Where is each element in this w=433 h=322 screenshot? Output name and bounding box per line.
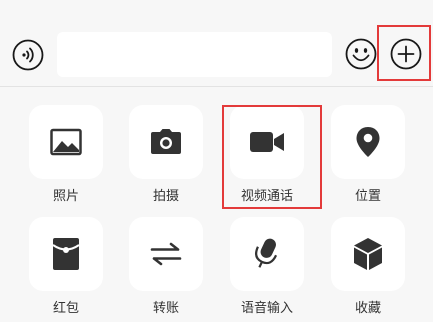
emoji-button[interactable] — [345, 38, 377, 70]
panel-item-tile — [29, 105, 103, 179]
panel-item-label: 语音输入 — [240, 301, 293, 316]
red-packet-icon — [52, 238, 80, 270]
panel-item-tile — [129, 105, 203, 179]
panel-item-tile — [331, 105, 405, 179]
transfer-arrows-icon — [150, 242, 182, 266]
panel-item-tile — [230, 217, 304, 291]
chat-input-bar — [0, 22, 433, 87]
panel-item-label: 转账 — [152, 301, 179, 316]
panel-item-photo[interactable]: 照片 — [21, 87, 111, 204]
microphone-icon — [255, 238, 278, 268]
panel-item-favorites[interactable]: 收藏 — [323, 199, 413, 316]
location-pin-icon — [356, 127, 380, 157]
function-panel: 照片 拍摄 视频通话 位置 红包 转账 语音输入 收藏 — [0, 87, 433, 322]
panel-item-label: 收藏 — [354, 301, 381, 316]
emoji-icon — [345, 38, 377, 70]
panel-item-voice-input[interactable]: 语音输入 — [222, 199, 312, 316]
voice-input-button[interactable] — [12, 39, 44, 71]
camera-icon — [151, 129, 181, 154]
cube-icon — [354, 238, 382, 270]
panel-item-location[interactable]: 位置 — [323, 87, 413, 204]
video-call-highlight — [222, 105, 322, 209]
panel-item-transfer[interactable]: 转账 — [121, 199, 211, 316]
panel-item-red-packet[interactable]: 红包 — [21, 199, 111, 316]
panel-item-tile — [331, 217, 405, 291]
voice-input-icon — [12, 39, 44, 71]
panel-item-label: 红包 — [52, 301, 79, 316]
image-icon — [50, 128, 82, 156]
panel-item-camera[interactable]: 拍摄 — [121, 87, 211, 204]
panel-item-tile — [129, 217, 203, 291]
message-input[interactable] — [57, 32, 332, 77]
top-strip — [0, 0, 433, 22]
plus-button-highlight — [377, 25, 431, 81]
panel-item-tile — [29, 217, 103, 291]
